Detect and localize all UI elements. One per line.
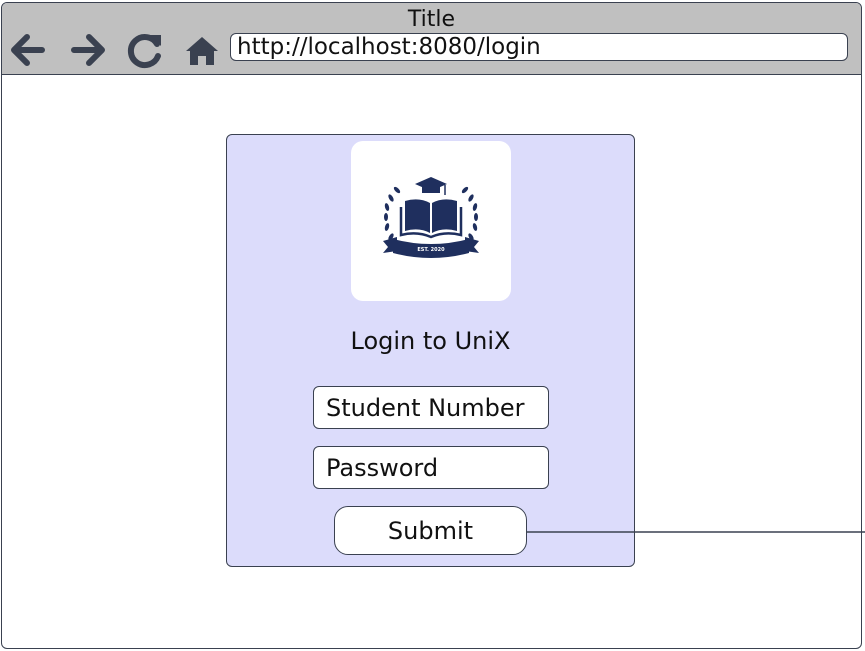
browser-toolbar: Title http://localhost:8080/login xyxy=(2,3,861,75)
arrow-right-icon xyxy=(71,34,105,66)
password-input[interactable] xyxy=(313,446,549,489)
graduation-cap-book-logo-icon: EST. 2020 xyxy=(383,177,479,258)
home-button[interactable] xyxy=(182,29,222,71)
forward-button[interactable] xyxy=(68,29,110,71)
login-card: EST. 2020 Login to UniX Submit xyxy=(226,134,635,567)
submit-button[interactable]: Submit xyxy=(334,506,527,555)
login-heading: Login to UniX xyxy=(350,327,511,355)
reload-button[interactable] xyxy=(124,29,166,71)
flow-connector-line xyxy=(527,531,865,533)
university-logo: EST. 2020 xyxy=(351,141,511,301)
address-bar[interactable]: http://localhost:8080/login xyxy=(230,33,848,61)
home-icon xyxy=(186,37,218,65)
back-button[interactable] xyxy=(6,29,48,71)
arrow-left-icon xyxy=(11,34,45,66)
reload-icon xyxy=(127,34,161,68)
student-number-input[interactable] xyxy=(313,386,549,429)
logo-est-text: EST. 2020 xyxy=(417,247,445,253)
